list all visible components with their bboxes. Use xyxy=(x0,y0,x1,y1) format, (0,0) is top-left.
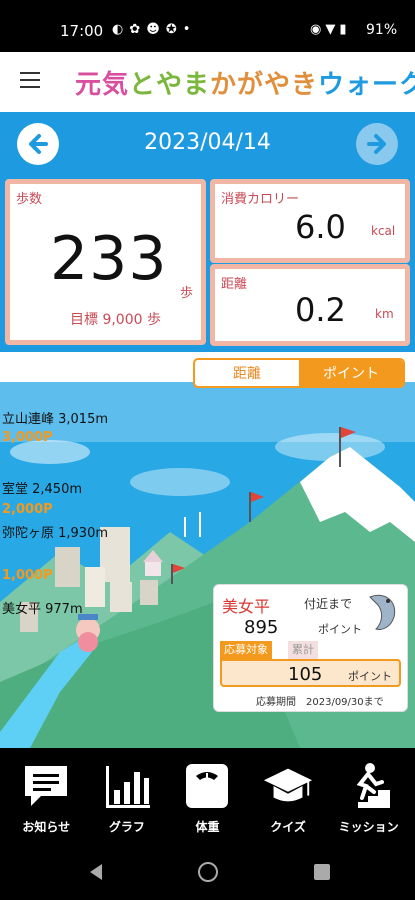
distance-points-toggle: 距離 ポイント xyxy=(193,358,405,388)
toggle-points[interactable]: ポイント xyxy=(299,360,403,386)
remaining-points: 895 xyxy=(244,617,279,638)
back-icon[interactable] xyxy=(88,862,104,882)
mountain-label-murodo: 室堂 2,450m xyxy=(2,482,83,497)
mountain-label-bijodaira: 美女平 977m xyxy=(2,602,83,617)
tab-graph-label: グラフ xyxy=(108,820,145,834)
tab-graph[interactable]: グラフ xyxy=(94,748,160,848)
scale-icon xyxy=(181,760,233,812)
calorie-unit: kcal xyxy=(371,224,396,238)
notification-icon: ◐ xyxy=(112,22,130,37)
battery-icon: ▮ xyxy=(339,22,351,37)
app-title: 元気とやまかがやきウォーク xyxy=(75,64,415,101)
graph-icon xyxy=(101,760,153,812)
stairs-runner-icon xyxy=(343,760,395,812)
main-content: 2023/04/14 歩数 233 歩 目標 9,000 歩 消費カロリー 6.… xyxy=(0,112,415,748)
app-header: 元気とやまかがやきウォーク xyxy=(0,52,415,112)
dot-icon: • xyxy=(182,22,197,37)
status-bar: 17:00 ◐✿☻✪• ◉▼▮ 91% xyxy=(0,0,415,52)
near-text: 付近まで xyxy=(304,597,353,611)
distance-value: 0.2 xyxy=(295,291,346,329)
system-navigation-bar xyxy=(0,848,415,900)
tab-weight-label: 体重 xyxy=(195,820,220,834)
title-part-genki: 元気 xyxy=(75,70,130,100)
tab-notice-label: お知らせ xyxy=(22,820,71,834)
next-checkpoint-card: 美女平 付近まで 895 ポイント 応募対象 累計 105 ポイント 応募期間 … xyxy=(213,584,408,712)
tab-mission[interactable]: ミッション xyxy=(336,748,402,848)
battery-percent: 91% xyxy=(366,22,398,38)
points-label-3000: 3,000P xyxy=(2,430,53,445)
steps-value: 233 xyxy=(50,224,168,294)
tab-apply-target[interactable]: 応募対象 xyxy=(220,641,272,659)
application-period: 応募期間 2023/09/30まで xyxy=(256,697,384,708)
points-label-2000: 2,000P xyxy=(2,502,53,517)
steps-unit: 歩 xyxy=(180,286,194,301)
calorie-card: 消費カロリー 6.0 kcal xyxy=(210,179,410,263)
home-icon[interactable] xyxy=(198,862,218,882)
hamburger-menu-icon[interactable] xyxy=(20,72,40,88)
status-notification-icons: ◐✿☻✪• xyxy=(112,22,196,37)
distance-card: 距離 0.2 km xyxy=(210,264,410,346)
date-navigation: 2023/04/14 xyxy=(0,112,415,176)
title-part-kagayaki: かがやき xyxy=(210,70,319,100)
steps-label: 歩数 xyxy=(16,192,43,207)
apply-points-value: 105 xyxy=(288,664,323,685)
status-system-icons: ◉▼▮ xyxy=(310,22,351,37)
toggle-distance[interactable]: 距離 xyxy=(195,360,299,386)
tab-cumulative[interactable]: 累計 xyxy=(288,641,318,659)
cat-icon: ☻ xyxy=(146,22,166,37)
calorie-value: 6.0 xyxy=(295,208,346,246)
points-label-1000: 1,000P xyxy=(2,568,53,583)
wifi-icon: ▼ xyxy=(325,22,340,37)
tab-quiz[interactable]: クイズ xyxy=(255,748,321,848)
arrow-right-icon xyxy=(367,134,386,154)
mountain-label-midagahara: 弥陀ヶ原 1,930m xyxy=(2,526,109,541)
title-part-toyama: とやま xyxy=(129,70,211,100)
steps-goal: 目標 9,000 歩 xyxy=(70,312,161,328)
tab-quiz-label: クイズ xyxy=(270,820,306,834)
fish-icon xyxy=(369,594,396,630)
calorie-label: 消費カロリー xyxy=(221,192,300,207)
bottom-tab-bar: お知らせ グラフ 体重 クイズ ミッション xyxy=(0,748,415,848)
mountain-label-tateyama: 立山連峰 3,015m xyxy=(2,412,109,427)
apply-points-unit: ポイント xyxy=(348,670,392,683)
steps-card: 歩数 233 歩 目標 9,000 歩 xyxy=(5,179,206,345)
notice-icon xyxy=(20,760,72,812)
distance-label: 距離 xyxy=(221,277,248,292)
status-time: 17:00 xyxy=(60,22,104,40)
remaining-unit: ポイント xyxy=(318,623,362,636)
current-date: 2023/04/14 xyxy=(144,130,271,155)
apply-points-box: 105 ポイント xyxy=(220,659,401,687)
graduation-cap-icon xyxy=(262,760,314,812)
tab-mission-label: ミッション xyxy=(338,820,399,834)
distance-unit: km xyxy=(375,307,394,321)
next-day-button[interactable] xyxy=(356,123,398,165)
paw-icon: ✿ xyxy=(129,22,147,37)
recent-apps-icon[interactable] xyxy=(314,864,330,880)
checkpoint-name: 美女平 xyxy=(222,597,271,616)
title-part-walk: ウォーク xyxy=(318,70,415,100)
data-saver-icon: ◉ xyxy=(310,22,326,37)
mountain-scene: 距離 ポイント 立山連峰 3,015m 3,000P 室堂 2,450m 2,0… xyxy=(0,352,415,748)
tab-notice[interactable]: お知らせ xyxy=(13,748,79,848)
tab-weight[interactable]: 体重 xyxy=(174,748,240,848)
toy-icon: ✪ xyxy=(165,22,183,37)
